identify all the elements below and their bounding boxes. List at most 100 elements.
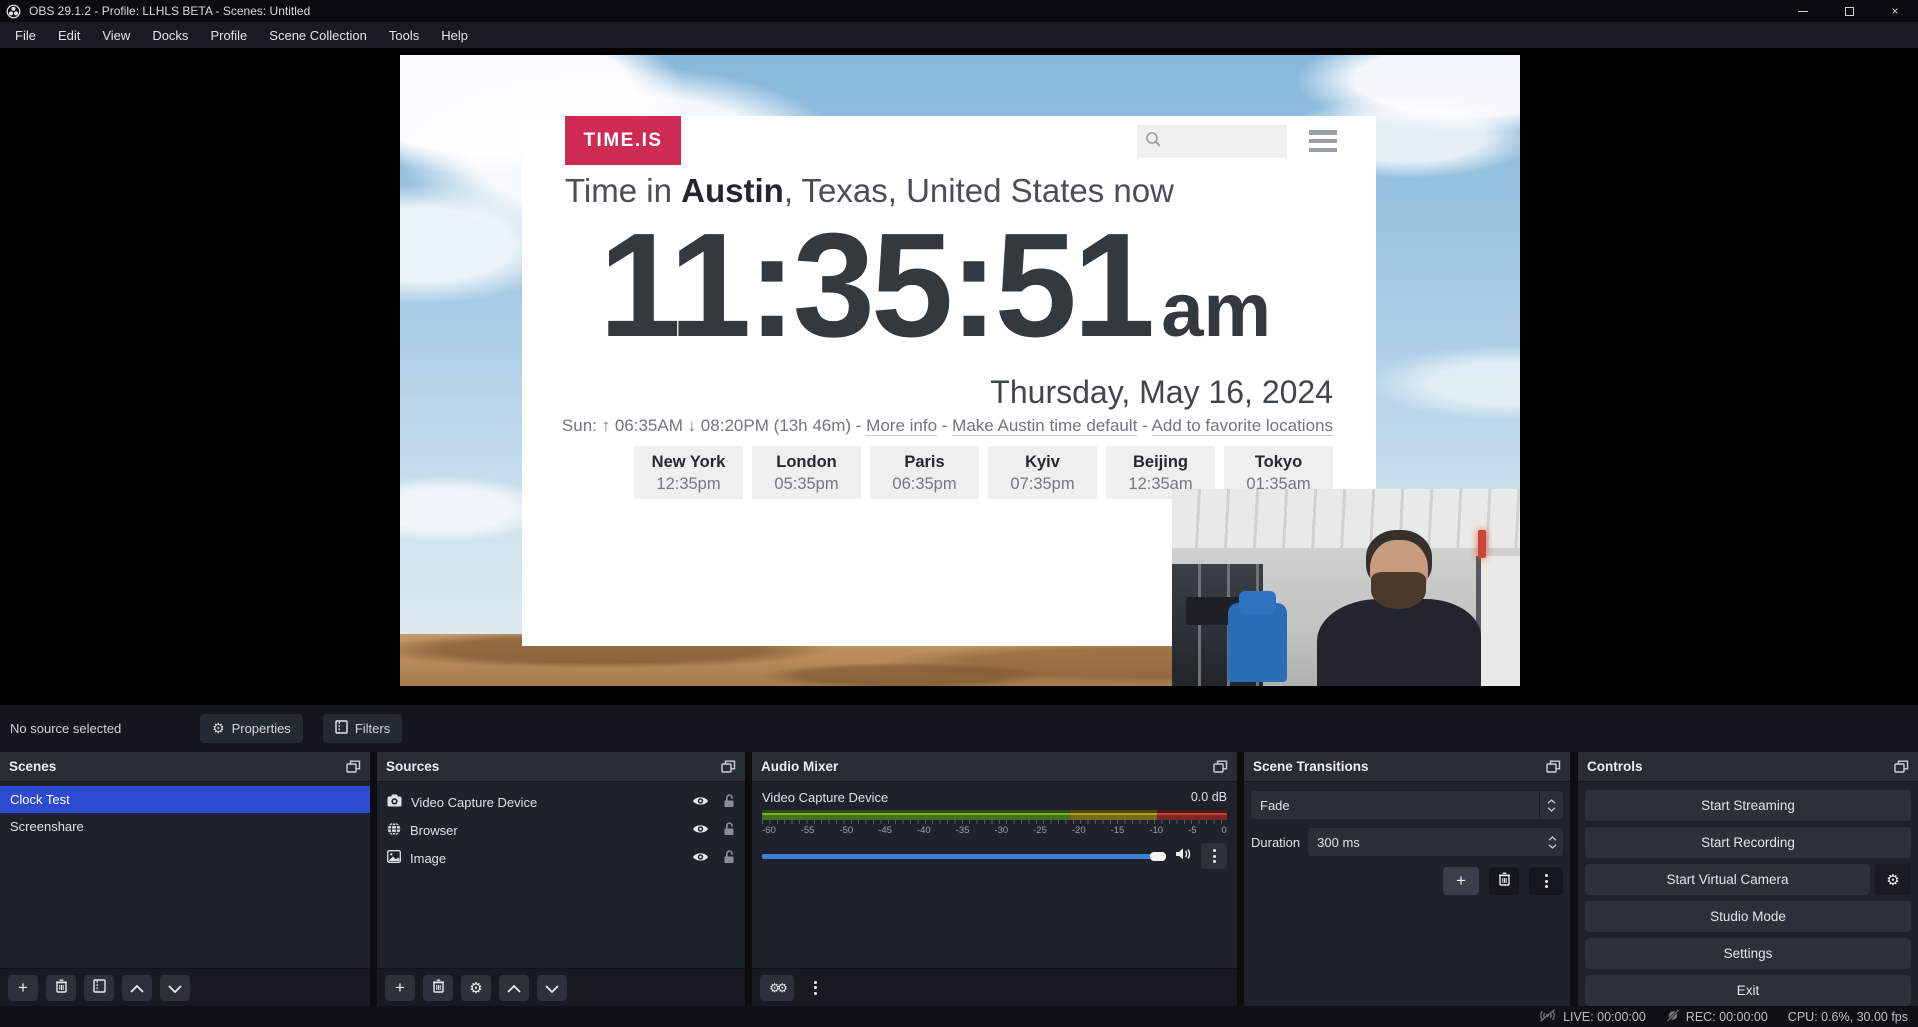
- mixer-menu-button[interactable]: [802, 975, 828, 1001]
- window-title: OBS 29.1.2 - Profile: LLHLS BETA - Scene…: [29, 4, 310, 18]
- sources-panel: Sources Video Capture Device Browser: [377, 752, 745, 1006]
- timeis-date: Thursday, May 16, 2024: [990, 374, 1333, 411]
- visibility-eye-icon[interactable]: [692, 851, 709, 866]
- no-source-status: No source selected: [10, 721, 200, 736]
- plus-icon: +: [395, 978, 405, 998]
- audio-level-meter: [762, 810, 1227, 820]
- duration-spinner[interactable]: [1548, 836, 1557, 849]
- visibility-eye-icon[interactable]: [692, 795, 709, 810]
- virtual-camera-config-button[interactable]: ⚙: [1875, 864, 1911, 895]
- webcam-person: [1301, 513, 1496, 686]
- move-source-up-button[interactable]: [499, 975, 529, 1001]
- filter-icon: [335, 720, 348, 737]
- timeis-sun-info: Sun: ↑ 06:35AM ↓ 08:20PM (13h 46m) - Mor…: [562, 416, 1333, 436]
- add-source-button[interactable]: +: [385, 975, 415, 1001]
- lock-icon[interactable]: [723, 850, 735, 867]
- preview-canvas[interactable]: TIME.IS Time in Austin, Texas, United St…: [400, 55, 1520, 686]
- visibility-eye-icon[interactable]: [692, 823, 709, 838]
- remove-transition-button[interactable]: [1489, 867, 1519, 895]
- add-transition-button[interactable]: +: [1443, 867, 1479, 895]
- gears-icon: ⚙⚙: [769, 981, 785, 995]
- settings-button[interactable]: Settings: [1585, 938, 1911, 969]
- select-spinner[interactable]: [1539, 791, 1563, 819]
- popout-icon[interactable]: [1213, 760, 1228, 773]
- menu-file[interactable]: File: [4, 28, 47, 43]
- start-virtual-camera-button[interactable]: Start Virtual Camera: [1585, 864, 1870, 895]
- start-recording-button[interactable]: Start Recording: [1585, 827, 1911, 858]
- popout-icon[interactable]: [1546, 760, 1561, 773]
- city-box: New York12:35pm: [634, 446, 743, 499]
- menu-scene-collection[interactable]: Scene Collection: [258, 28, 378, 43]
- scene-item-screenshare[interactable]: Screenshare: [0, 813, 370, 840]
- timeis-clock: 11:35:51 am: [508, 212, 1362, 360]
- chevron-down-icon: [1547, 807, 1556, 812]
- minimize-button[interactable]: [1780, 0, 1826, 22]
- menu-help[interactable]: Help: [430, 28, 479, 43]
- scenes-panel: Scenes Clock Test Screenshare +: [0, 752, 370, 1006]
- start-streaming-button[interactable]: Start Streaming: [1585, 790, 1911, 821]
- lock-icon[interactable]: [723, 794, 735, 811]
- transitions-title: Scene Transitions: [1253, 759, 1369, 774]
- chevron-down-icon: [168, 978, 182, 998]
- close-button[interactable]: ×: [1872, 0, 1918, 22]
- menu-bar: File Edit View Docks Profile Scene Colle…: [0, 22, 1918, 48]
- record-inactive-icon: [1666, 1009, 1680, 1025]
- make-default-link: Make Austin time default: [952, 416, 1137, 436]
- menu-profile[interactable]: Profile: [199, 28, 258, 43]
- gear-icon: ⚙: [212, 721, 225, 737]
- add-favorite-link: Add to favorite locations: [1152, 416, 1333, 436]
- meter-tick-marks: [762, 820, 1227, 824]
- transition-properties-button[interactable]: [1529, 867, 1563, 895]
- popout-icon[interactable]: [346, 760, 361, 773]
- move-scene-down-button[interactable]: [160, 975, 190, 1001]
- popout-icon[interactable]: [721, 760, 736, 773]
- scene-item-clock-test[interactable]: Clock Test: [0, 786, 370, 813]
- menu-docks[interactable]: Docks: [141, 28, 199, 43]
- scene-filters-button[interactable]: [84, 975, 114, 1001]
- volume-slider-handle[interactable]: [1150, 852, 1166, 861]
- maximize-button[interactable]: [1826, 0, 1872, 22]
- lock-icon[interactable]: [723, 822, 735, 839]
- status-bar: LIVE: 00:00:00 REC: 00:00:00 CPU: 0.6%, …: [0, 1006, 1918, 1027]
- audio-mixer-panel: Audio Mixer Video Capture Device 0.0 dB …: [752, 752, 1237, 1006]
- mixer-options-button[interactable]: [1201, 843, 1227, 869]
- meter-tick-labels: -60-55-50-45-40-35-30-25-20-15-10-50: [762, 825, 1227, 836]
- source-item-video-capture[interactable]: Video Capture Device: [377, 788, 745, 816]
- remove-scene-button[interactable]: [46, 975, 76, 1001]
- move-source-down-button[interactable]: [537, 975, 567, 1001]
- source-item-image[interactable]: Image: [377, 844, 745, 872]
- exit-button[interactable]: Exit: [1585, 975, 1911, 1006]
- add-scene-button[interactable]: +: [8, 975, 38, 1001]
- chevron-up-icon: [130, 978, 144, 998]
- filters-button[interactable]: Filters: [323, 714, 402, 743]
- transition-select[interactable]: Fade: [1251, 791, 1563, 819]
- camera-icon: [387, 794, 402, 810]
- audio-mixer-title: Audio Mixer: [761, 759, 838, 774]
- popout-icon[interactable]: [1894, 760, 1909, 773]
- controls-title: Controls: [1587, 759, 1643, 774]
- remove-source-button[interactable]: [423, 975, 453, 1001]
- filter-icon: [93, 978, 106, 998]
- duration-spinbox[interactable]: 300 ms: [1308, 828, 1563, 856]
- webcam-overlay[interactable]: [1172, 489, 1520, 686]
- controls-panel: Controls Start Streaming Start Recording…: [1578, 752, 1918, 1006]
- obs-logo-icon: [6, 4, 21, 19]
- source-context-toolbar: No source selected ⚙ Properties Filters: [0, 705, 1918, 752]
- properties-button[interactable]: ⚙ Properties: [200, 714, 303, 743]
- advanced-audio-button[interactable]: ⚙⚙: [760, 975, 794, 1001]
- cpu-fps-stats: CPU: 0.6%, 30.00 fps: [1788, 1010, 1908, 1024]
- speaker-icon[interactable]: [1175, 847, 1192, 866]
- plus-icon: +: [18, 978, 28, 998]
- city-box: Kyiv07:35pm: [988, 446, 1097, 499]
- kebab-menu-icon: [1545, 874, 1548, 888]
- menu-edit[interactable]: Edit: [47, 28, 91, 43]
- move-scene-up-button[interactable]: [122, 975, 152, 1001]
- preview-viewport: TIME.IS Time in Austin, Texas, United St…: [0, 48, 1918, 705]
- volume-slider[interactable]: [762, 854, 1166, 859]
- menu-view[interactable]: View: [91, 28, 141, 43]
- menu-tools[interactable]: Tools: [378, 28, 430, 43]
- chevron-up-icon: [1548, 836, 1557, 841]
- source-properties-button[interactable]: ⚙: [461, 975, 491, 1001]
- source-item-browser[interactable]: Browser: [377, 816, 745, 844]
- studio-mode-button[interactable]: Studio Mode: [1585, 901, 1911, 932]
